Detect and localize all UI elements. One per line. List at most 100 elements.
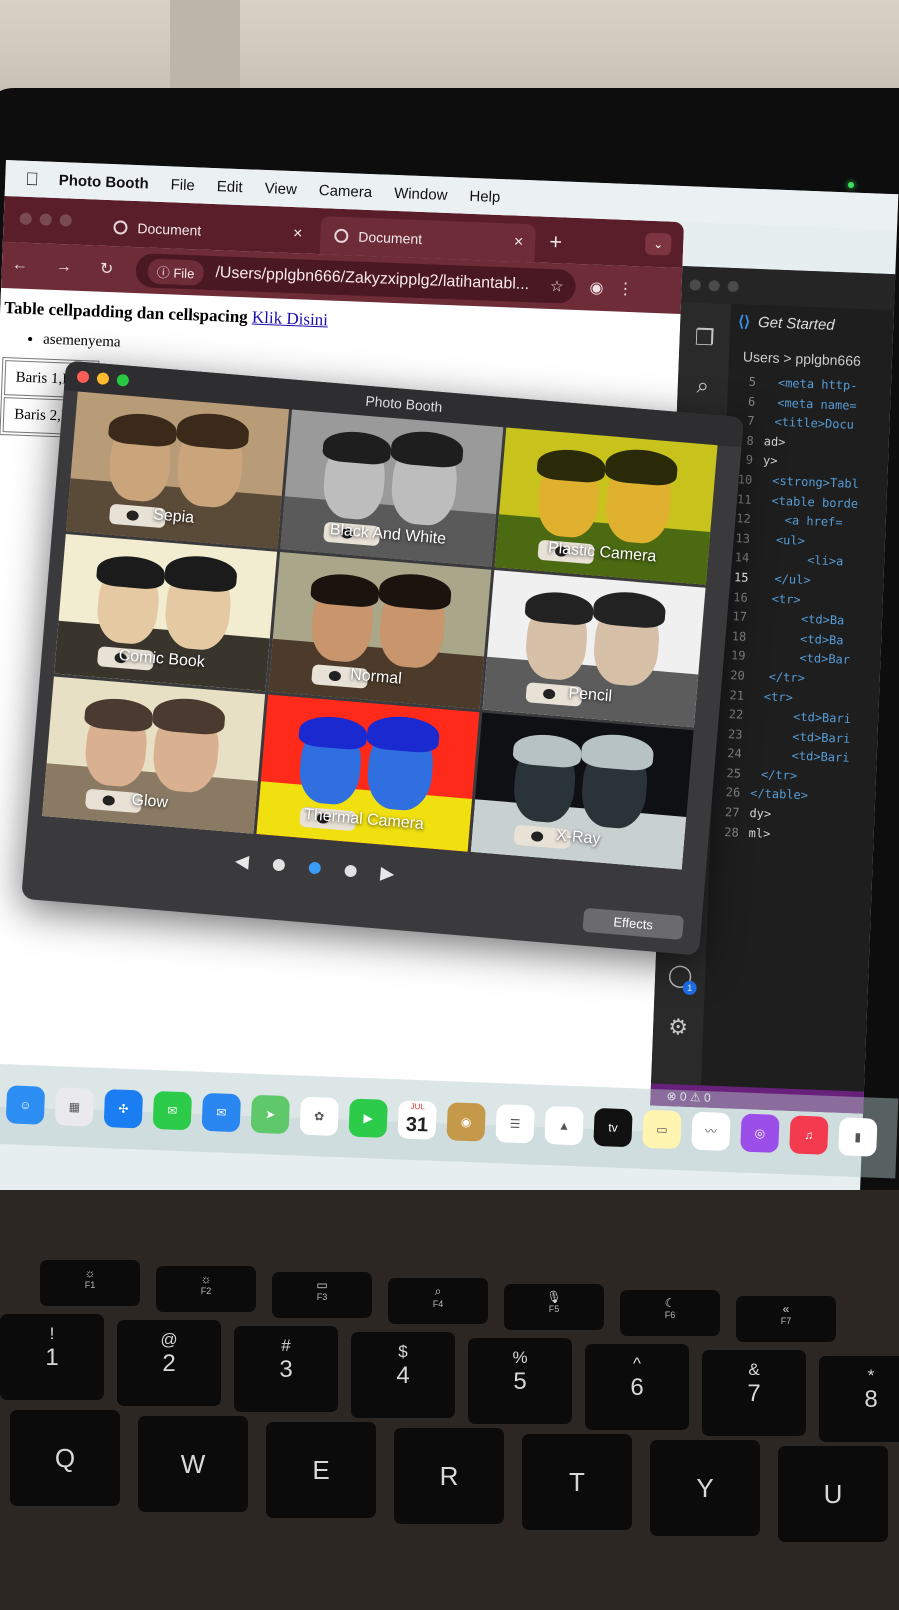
hair-left: [309, 571, 381, 608]
key-u[interactable]: U: [778, 1446, 888, 1542]
effects-button[interactable]: Effects: [582, 907, 685, 941]
page-dot-3[interactable]: [344, 864, 357, 878]
site-info-chip[interactable]: ⓘ File: [147, 258, 204, 286]
photos-dock-icon[interactable]: ✿: [299, 1096, 339, 1137]
effect-tile-sepia[interactable]: Sepia: [66, 391, 290, 549]
menu-window[interactable]: Window: [394, 184, 448, 203]
close-tab-icon[interactable]: ×: [293, 225, 303, 243]
key-f5[interactable]: 🎙 F5: [504, 1284, 604, 1330]
key-r[interactable]: R: [394, 1428, 504, 1524]
minimize-window-button[interactable]: [96, 372, 110, 386]
key-7[interactable]: & 7: [702, 1350, 806, 1436]
next-page-icon[interactable]: ▶: [380, 863, 395, 885]
key-5[interactable]: % 5: [468, 1338, 572, 1424]
launchpad-dock-icon[interactable]: ▦: [54, 1087, 95, 1127]
effect-tile-normal[interactable]: Normal: [268, 552, 492, 710]
key-f7[interactable]: «F7: [736, 1296, 836, 1342]
effect-tile-black-and-white[interactable]: Black And White: [280, 409, 504, 567]
code-text: dy>: [749, 806, 772, 821]
more-menu-icon[interactable]: ⋮: [617, 279, 634, 300]
bookmark-star-icon[interactable]: ☆: [550, 277, 564, 296]
apple-menu-icon[interactable]: : [25, 168, 39, 190]
hair-left: [83, 696, 154, 733]
key-4[interactable]: $4: [351, 1332, 455, 1418]
effect-tile-thermal-camera[interactable]: Thermal Camera: [256, 694, 480, 852]
key-e[interactable]: E: [266, 1422, 376, 1518]
key-main-glyph: 4: [396, 1362, 410, 1389]
line-number: 6: [747, 394, 756, 409]
zoom-window-button[interactable]: [59, 214, 72, 227]
page-dot-1[interactable]: [272, 858, 286, 871]
contacts-dock-icon[interactable]: ◉: [446, 1102, 486, 1142]
freeform-dock-icon[interactable]: 〰: [691, 1111, 731, 1152]
url-text[interactable]: /Users/pplgbn666/Zakyzxipplg2/latihantab…: [215, 264, 529, 294]
editor-tab[interactable]: ⟨⟩ Get Started: [738, 312, 835, 334]
keynote-dock-icon[interactable]: ▲: [544, 1105, 584, 1146]
notes-dock-icon[interactable]: ▭: [642, 1109, 682, 1150]
numbers-dock-icon[interactable]: ▮: [838, 1117, 878, 1157]
reminders-dock-icon[interactable]: ☰: [495, 1104, 535, 1144]
line-number: 28: [724, 824, 740, 840]
forward-arrow-icon[interactable]: →: [56, 258, 81, 277]
zoom-window-button[interactable]: [116, 373, 130, 387]
key-y[interactable]: Y: [650, 1440, 760, 1536]
podcasts-dock-icon[interactable]: ◎: [740, 1113, 780, 1153]
key-3[interactable]: #3: [234, 1326, 338, 1412]
key-t[interactable]: T: [522, 1434, 632, 1530]
chevron-down-icon[interactable]: ⌄: [644, 232, 672, 256]
key-f2[interactable]: ☼ F2: [156, 1266, 256, 1312]
menu-edit[interactable]: Edit: [216, 178, 242, 196]
menu-camera[interactable]: Camera: [319, 182, 373, 201]
gear-icon[interactable]: ⚙: [653, 1013, 704, 1041]
account-icon[interactable]: ◯ 1: [655, 962, 706, 996]
previous-page-icon[interactable]: ◀: [234, 850, 249, 872]
mail-dock-icon[interactable]: ✉: [201, 1092, 242, 1133]
effect-tile-plastic-camera[interactable]: Plastic Camera: [494, 427, 718, 585]
key-q[interactable]: Q: [10, 1410, 120, 1506]
key-1[interactable]: ! 1: [0, 1314, 104, 1400]
back-arrow-icon[interactable]: ←: [12, 256, 37, 275]
new-tab-button[interactable]: +: [549, 229, 563, 255]
klik-disini-link[interactable]: Klik Disini: [252, 308, 329, 330]
key-f3[interactable]: ▭ F3: [272, 1272, 372, 1318]
finder-dock-icon[interactable]: ☺: [5, 1085, 46, 1125]
effect-tile-pencil[interactable]: Pencil: [482, 570, 706, 728]
close-window-button[interactable]: [19, 212, 32, 226]
minimize-window-button[interactable]: [708, 279, 720, 291]
menu-file[interactable]: File: [170, 176, 195, 194]
facetime-dock-icon[interactable]: ▶: [348, 1098, 388, 1138]
minimize-window-button[interactable]: [39, 213, 52, 226]
key-6[interactable]: ^ 6: [585, 1344, 689, 1430]
calendar-dock-icon[interactable]: JUL 31: [397, 1100, 437, 1140]
reload-icon[interactable]: ↻: [100, 259, 125, 280]
explorer-icon[interactable]: ❐: [679, 324, 730, 352]
code-text: y>: [762, 453, 778, 469]
close-window-button[interactable]: [76, 370, 90, 384]
safari-dock-icon[interactable]: ✣: [103, 1089, 144, 1129]
close-window-button[interactable]: [689, 278, 701, 291]
key-8[interactable]: * 8: [819, 1356, 899, 1442]
key-f6[interactable]: ☾ F6: [620, 1290, 720, 1336]
key-f4[interactable]: ⌕ F4: [388, 1278, 488, 1324]
search-icon[interactable]: ⌕: [677, 372, 728, 400]
messages-dock-icon[interactable]: ✉: [152, 1090, 193, 1131]
effect-tile-glow[interactable]: Glow: [42, 676, 266, 834]
zoom-window-button[interactable]: [727, 280, 739, 292]
breadcrumb[interactable]: Users > pplgbn666: [743, 348, 861, 369]
key-2[interactable]: @2: [117, 1320, 221, 1406]
menu-app-name[interactable]: Photo Booth: [58, 172, 149, 192]
key-w[interactable]: W: [138, 1416, 248, 1512]
tv-dock-icon[interactable]: tv: [593, 1107, 633, 1148]
menu-help[interactable]: Help: [469, 187, 500, 205]
effect-tile-comic-book[interactable]: Comic Book: [54, 534, 278, 692]
effect-tile-x-ray[interactable]: X-Ray: [470, 712, 694, 870]
profile-icon[interactable]: ◉: [589, 278, 604, 299]
menu-view[interactable]: View: [264, 179, 297, 197]
key-f1[interactable]: ☼ F1: [40, 1260, 140, 1306]
close-tab-icon[interactable]: ×: [514, 234, 524, 252]
photo-booth-window: Photo Booth Sepia Black And White Plastic …: [21, 360, 744, 956]
page-dot-2[interactable]: [308, 861, 322, 874]
key-main-glyph: 2: [162, 1350, 176, 1377]
music-dock-icon[interactable]: ♫: [789, 1115, 829, 1155]
maps-dock-icon[interactable]: ➤: [250, 1094, 290, 1135]
